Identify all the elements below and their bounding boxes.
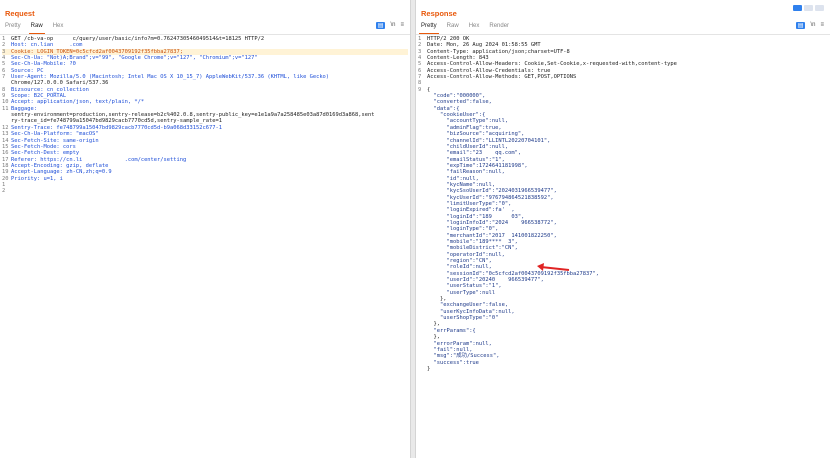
format-icon[interactable]: ▤ bbox=[375, 22, 386, 29]
annotation-arrow-icon bbox=[537, 263, 570, 271]
request-title: Request bbox=[5, 9, 35, 18]
request-editor[interactable]: 1 GET /cb-va-op c/query/user/basic/info?m… bbox=[2, 36, 408, 195]
response-title: Response bbox=[421, 9, 457, 18]
tab-raw[interactable]: Raw bbox=[28, 22, 45, 34]
request-tabs: Pretty Raw Hex bbox=[3, 22, 65, 34]
request-pane: Request Pretty Raw Hex ▤ \n ≡ 1 GET /cb-v… bbox=[0, 0, 410, 458]
line-number: 2 bbox=[2, 188, 6, 195]
response-viewer[interactable]: 1 HTTP/2 200 OK 2 Date: Mon, 26 Aug 2024 01… bbox=[418, 36, 828, 372]
newline-toggle-icon[interactable]: \n bbox=[390, 22, 395, 29]
tab-raw[interactable]: Raw bbox=[445, 22, 461, 34]
menu-icon[interactable]: ≡ bbox=[820, 22, 824, 29]
menu-icon[interactable]: ≡ bbox=[400, 22, 404, 29]
response-toolbar: ▤ \n ≡ bbox=[795, 22, 824, 29]
response-pane: Response Pretty Raw Hex Render ▤ \n ≡ 1H… bbox=[416, 0, 830, 458]
response-separator bbox=[416, 34, 830, 35]
request-toolbar: ▤ \n ≡ bbox=[375, 22, 404, 29]
response-tabs: Pretty Raw Hex Render bbox=[419, 22, 511, 34]
tab-hex[interactable]: Hex bbox=[467, 22, 482, 34]
line-text: Access-Control-Allow-Methods: GET,POST,O… bbox=[427, 74, 577, 81]
tab-pretty[interactable]: Pretty bbox=[419, 22, 439, 34]
line-text: Priority: u=1, i bbox=[11, 175, 63, 182]
tab-pretty[interactable]: Pretty bbox=[3, 22, 23, 34]
line-text: } bbox=[427, 365, 431, 372]
newline-toggle-icon[interactable]: \n bbox=[810, 22, 815, 29]
code-line: } bbox=[418, 366, 828, 372]
code-line: 2 bbox=[2, 188, 408, 194]
tab-render[interactable]: Render bbox=[487, 22, 511, 34]
line-number bbox=[418, 366, 427, 372]
tab-hex[interactable]: Hex bbox=[51, 22, 66, 34]
request-separator bbox=[0, 34, 410, 35]
format-icon[interactable]: ▤ bbox=[795, 22, 806, 29]
line-text: "success":true bbox=[427, 359, 479, 366]
